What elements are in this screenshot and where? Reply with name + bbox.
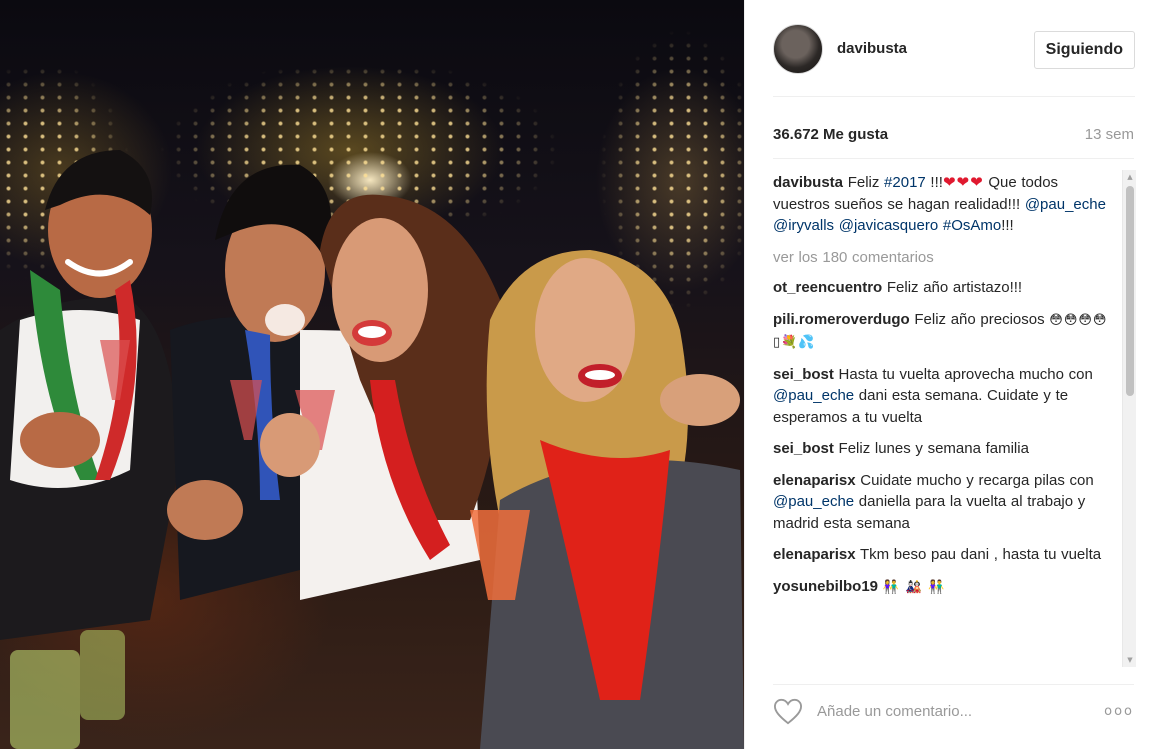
following-button[interactable]: Siguiendo — [1033, 31, 1135, 69]
avatar[interactable] — [773, 23, 823, 74]
post-time[interactable]: 13 sem — [1085, 126, 1134, 143]
post-meta: 36.672 Me gusta 13 sem — [773, 122, 1134, 146]
mention-pau-eche[interactable]: @pau_eche — [1025, 196, 1106, 213]
comment-text: Feliz año artistazo!!! — [886, 279, 1023, 296]
caption-text: !!! — [1001, 217, 1014, 234]
more-options-icon[interactable]: ooo — [1104, 704, 1134, 719]
hashtag-osamo[interactable]: #OsAmo — [943, 217, 1001, 234]
comment-text: Cuidate mucho y recarga pilas con — [860, 471, 1094, 489]
comment-item: elenaparisx Tkm beso pau dani , hasta tu… — [773, 544, 1115, 566]
view-all-comments-link[interactable]: ver los 180 comentarios — [773, 247, 1115, 269]
caption: davibusta Feliz #2017 !!!❤❤❤ Que todos v… — [773, 172, 1115, 237]
mention-pau-eche[interactable]: @pau_eche — [773, 493, 854, 510]
comment-item: ot_reencuentro Feliz año artistazo!!! — [773, 277, 1115, 299]
post-header: davibusta Siguiendo — [745, 0, 1150, 97]
comment-item: sei_bost Hasta tu vuelta aprovecha mucho… — [773, 364, 1115, 429]
like-heart-icon[interactable] — [773, 698, 803, 726]
caption-text: Feliz — [847, 174, 885, 191]
comment-text: Hasta tu vuelta aprovecha mucho con — [838, 365, 1093, 383]
heart-emoji-icons: ❤❤❤ — [942, 174, 984, 191]
caption-text: !!! — [925, 174, 943, 191]
photo-people-illustration — [0, 150, 744, 749]
comments-list: davibusta Feliz #2017 !!!❤❤❤ Que todos v… — [773, 172, 1115, 667]
comment-author[interactable]: sei_bost — [773, 440, 834, 457]
scrollbar-thumb[interactable] — [1126, 186, 1134, 396]
comment-text: Tkm beso pau dani , hasta tu vuelta — [859, 546, 1102, 563]
comment-author[interactable]: pili.romeroverdugo — [773, 311, 910, 328]
comment-author[interactable]: ot_reencuentro — [773, 279, 882, 296]
hashtag-2017[interactable]: #2017 — [884, 174, 926, 191]
emoji-row-icons: 👫 🎎 👫 — [882, 579, 946, 595]
mention-javicasquero[interactable]: @javicasquero — [839, 217, 938, 234]
likes-count[interactable]: 36.672 Me gusta — [773, 126, 888, 143]
comment-author[interactable]: elenaparisx — [773, 546, 856, 563]
header-divider — [773, 96, 1135, 97]
comments-scrollbar[interactable]: ▲ ▼ — [1122, 170, 1136, 667]
mention-iryvalls[interactable]: @iryvalls — [773, 217, 834, 234]
comment-item: sei_bost Feliz lunes y semana familia — [773, 438, 1115, 460]
comment-author[interactable]: elenaparisx — [773, 472, 856, 489]
comment-text: Feliz lunes y semana familia — [838, 440, 1029, 457]
comment-item: pili.romeroverdugo Feliz año preciosos 😳… — [773, 309, 1115, 354]
mention-pau-eche[interactable]: @pau_eche — [773, 387, 854, 404]
post-photo[interactable] — [0, 0, 744, 749]
scroll-down-arrow-icon[interactable]: ▼ — [1123, 653, 1137, 667]
comment-item: elenaparisx Cuidate mucho y recarga pila… — [773, 470, 1115, 535]
comment-item: yosunebilbo19 👫 🎎 👫 — [773, 576, 1115, 599]
meta-divider — [773, 158, 1134, 159]
comment-author[interactable]: yosunebilbo19 — [773, 578, 878, 595]
caption-author[interactable]: davibusta — [773, 174, 843, 191]
post-side-panel: davibusta Siguiendo 36.672 Me gusta 13 s… — [744, 0, 1150, 749]
add-comment-input[interactable] — [817, 703, 1105, 720]
scroll-up-arrow-icon[interactable]: ▲ — [1123, 170, 1137, 184]
comment-text: Feliz año preciosos — [914, 310, 1045, 328]
comment-bar: ooo — [773, 684, 1134, 738]
username[interactable]: davibusta — [837, 40, 907, 57]
instagram-post: davibusta Siguiendo 36.672 Me gusta 13 s… — [0, 0, 1150, 749]
comment-author[interactable]: sei_bost — [773, 366, 834, 383]
